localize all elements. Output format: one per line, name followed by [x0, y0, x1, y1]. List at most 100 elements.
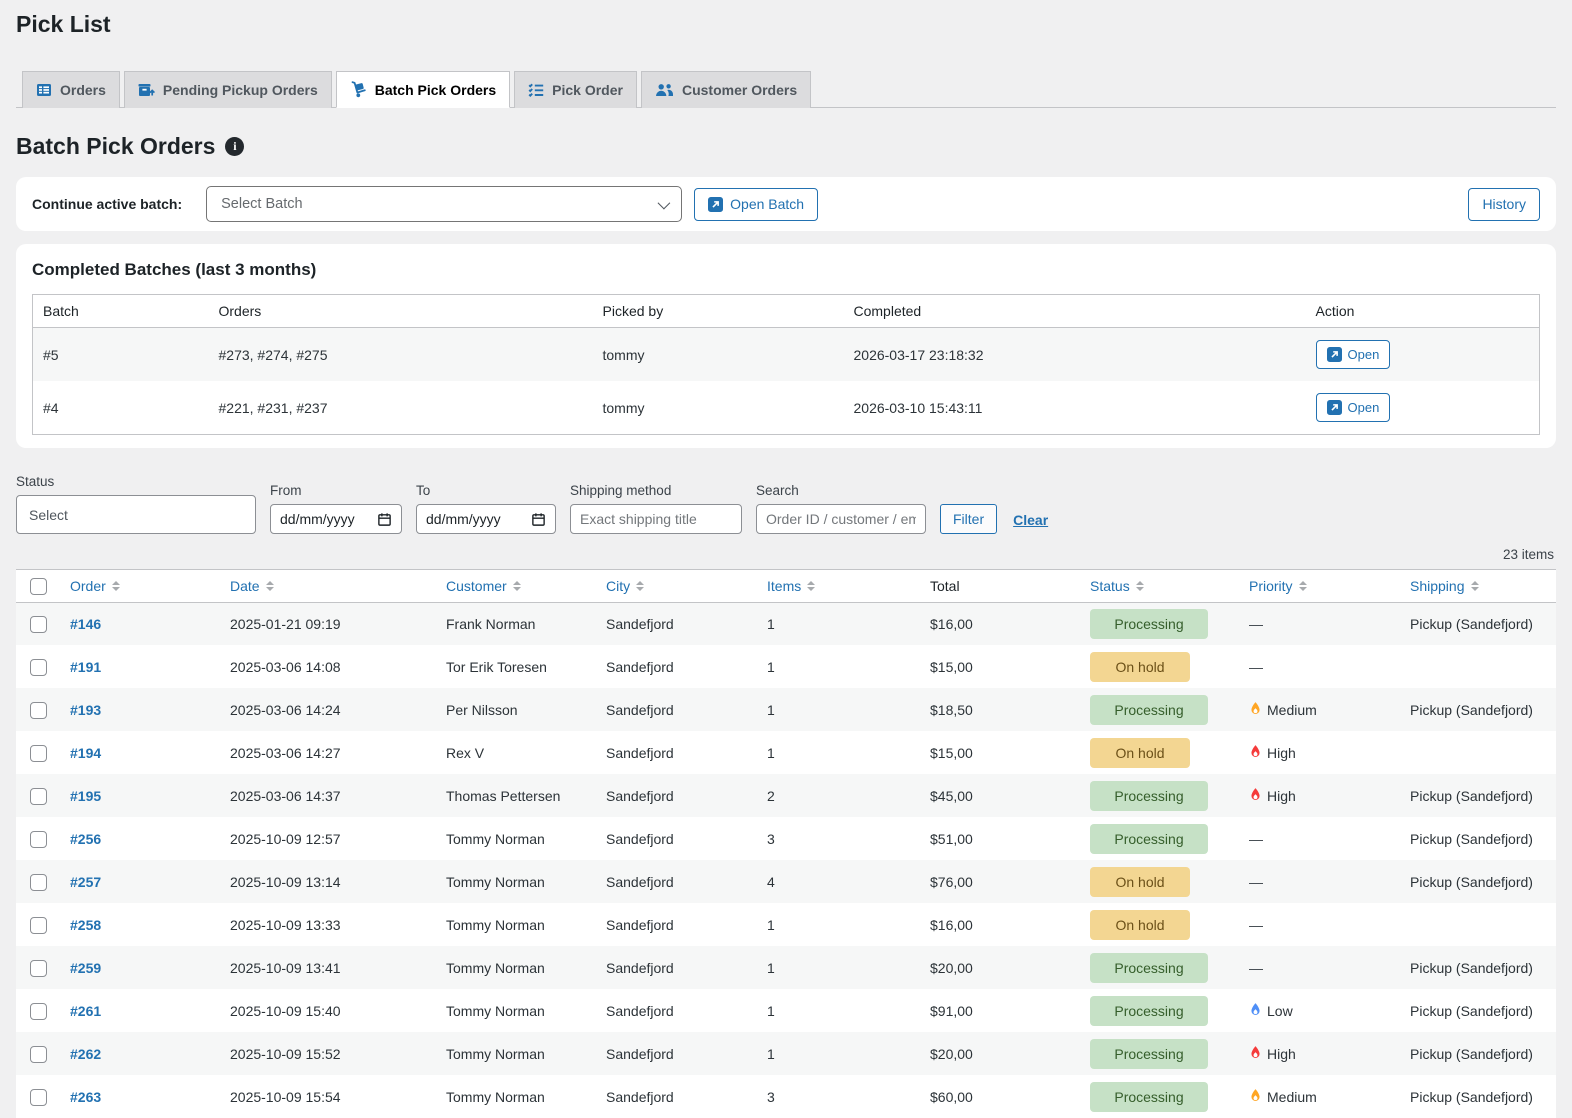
tab-pick-order[interactable]: Pick Order [514, 71, 637, 108]
row-checkbox[interactable] [30, 616, 47, 633]
shipping-method [1400, 903, 1556, 946]
order-link[interactable]: #193 [70, 702, 101, 718]
order-total: $15,00 [920, 645, 1080, 688]
row-checkbox[interactable] [30, 745, 47, 762]
sort-icon [1136, 581, 1144, 591]
column-header-date[interactable]: Date [220, 570, 436, 603]
priority-cell: High [1239, 774, 1400, 817]
order-link[interactable]: #261 [70, 1003, 101, 1019]
sort-icon [807, 581, 815, 591]
page-title: Pick List [16, 0, 1556, 38]
column-header-order[interactable]: Order [60, 570, 220, 603]
order-total: $76,00 [920, 860, 1080, 903]
batch-select-value: Select Batch [221, 196, 302, 212]
shipping-method-input[interactable] [570, 504, 742, 534]
order-link[interactable]: #262 [70, 1046, 101, 1062]
order-link[interactable]: #195 [70, 788, 101, 804]
city: Sandefjord [596, 817, 757, 860]
order-link[interactable]: #146 [70, 616, 101, 632]
status-filter-select[interactable]: Select [16, 495, 256, 534]
customer-name: Thomas Pettersen [436, 774, 596, 817]
customer-name: Frank Norman [436, 602, 596, 645]
info-icon[interactable]: i [225, 137, 244, 156]
order-row: #2592025-10-09 13:41Tommy NormanSandefjo… [16, 946, 1556, 989]
order-date: 2025-10-09 13:41 [220, 946, 436, 989]
row-checkbox[interactable] [30, 917, 47, 934]
tab-label: Pending Pickup Orders [163, 82, 318, 98]
tab-orders[interactable]: Orders [22, 71, 120, 108]
open-completed-batch-button[interactable]: Open [1316, 393, 1391, 422]
row-checkbox[interactable] [30, 831, 47, 848]
order-link[interactable]: #257 [70, 874, 101, 890]
column-label: Customer [446, 578, 507, 594]
batch-orders: #221, #231, #237 [209, 381, 593, 435]
shipping-method: Pickup (Sandefjord) [1400, 946, 1556, 989]
tab-label: Orders [60, 82, 106, 98]
clear-filters-link[interactable]: Clear [1013, 512, 1048, 528]
row-checkbox[interactable] [30, 1089, 47, 1106]
order-date: 2025-10-09 15:52 [220, 1032, 436, 1075]
column-header-city[interactable]: City [596, 570, 757, 603]
order-total: $16,00 [920, 602, 1080, 645]
column-header-status[interactable]: Status [1080, 570, 1239, 603]
column-header-customer[interactable]: Customer [436, 570, 596, 603]
open-label: Open [1348, 400, 1380, 415]
order-total: $45,00 [920, 774, 1080, 817]
row-checkbox[interactable] [30, 659, 47, 676]
items-count: 1 [757, 645, 920, 688]
shipping-method: Pickup (Sandefjord) [1400, 1032, 1556, 1075]
row-checkbox[interactable] [30, 788, 47, 805]
tab-label: Pick Order [552, 82, 623, 98]
order-row: #1912025-03-06 14:08Tor Erik ToresenSand… [16, 645, 1556, 688]
priority-cell: — [1239, 903, 1400, 946]
orders-table-icon [36, 82, 52, 98]
open-completed-batch-button[interactable]: Open [1316, 340, 1391, 369]
customer-name: Tor Erik Toresen [436, 645, 596, 688]
row-checkbox[interactable] [30, 874, 47, 891]
items-count: 1 [757, 1032, 920, 1075]
order-link[interactable]: #258 [70, 917, 101, 933]
chevron-down-icon [658, 196, 671, 209]
open-external-icon [1327, 347, 1342, 362]
to-date-input[interactable]: dd/mm/yyyy [416, 504, 556, 534]
city: Sandefjord [596, 645, 757, 688]
order-link[interactable]: #259 [70, 960, 101, 976]
row-checkbox[interactable] [30, 1046, 47, 1063]
order-link[interactable]: #194 [70, 745, 101, 761]
tab-batch-pick-orders[interactable]: Batch Pick Orders [336, 71, 510, 108]
column-header-shipping[interactable]: Shipping [1400, 570, 1556, 603]
row-checkbox[interactable] [30, 702, 47, 719]
order-total: $60,00 [920, 1075, 1080, 1118]
calendar-icon[interactable] [531, 512, 546, 527]
order-link[interactable]: #191 [70, 659, 101, 675]
status-badge: On hold [1090, 867, 1190, 897]
from-date-input[interactable]: dd/mm/yyyy [270, 504, 402, 534]
tab-customer-orders[interactable]: Customer Orders [641, 71, 811, 108]
customer-name: Tommy Norman [436, 946, 596, 989]
tab-pending-pickup-orders[interactable]: Pending Pickup Orders [124, 71, 332, 108]
priority-cell: — [1239, 817, 1400, 860]
open-batch-button[interactable]: Open Batch [694, 188, 818, 221]
customer-name: Tommy Norman [436, 903, 596, 946]
calendar-icon[interactable] [377, 512, 392, 527]
status-badge: On hold [1090, 652, 1190, 682]
order-link[interactable]: #256 [70, 831, 101, 847]
items-count: 1 [757, 688, 920, 731]
batches-column-completed: Completed [844, 295, 1306, 328]
customer-name: Tommy Norman [436, 860, 596, 903]
select-all-checkbox[interactable] [30, 578, 47, 595]
batch-select[interactable]: Select Batch [206, 186, 682, 222]
history-button[interactable]: History [1468, 188, 1540, 221]
order-date: 2025-10-09 15:40 [220, 989, 436, 1032]
filter-button[interactable]: Filter [940, 504, 997, 534]
column-header-priority[interactable]: Priority [1239, 570, 1400, 603]
items-count: 1 [757, 989, 920, 1032]
order-total: $16,00 [920, 903, 1080, 946]
sort-icon [513, 581, 521, 591]
order-link[interactable]: #263 [70, 1089, 101, 1105]
row-checkbox[interactable] [30, 960, 47, 977]
search-input[interactable] [756, 504, 926, 534]
column-header-items[interactable]: Items [757, 570, 920, 603]
items-count: 4 [757, 860, 920, 903]
row-checkbox[interactable] [30, 1003, 47, 1020]
